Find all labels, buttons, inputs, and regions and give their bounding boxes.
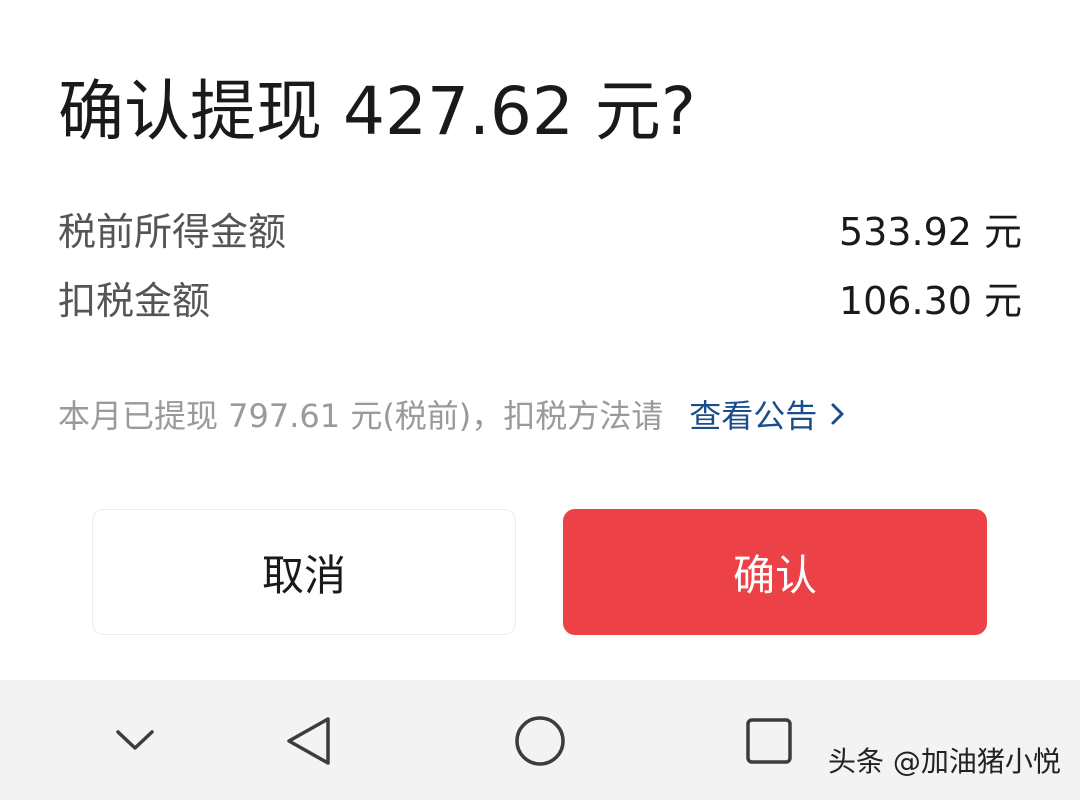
announcement-link-label: 查看公告: [689, 397, 818, 435]
recents-square-icon[interactable]: [744, 716, 794, 766]
pretax-amount-value: 533.92 元: [838, 209, 1022, 254]
tax-amount-label: 扣税金额: [58, 278, 211, 323]
view-announcement-link[interactable]: 查看公告: [689, 391, 849, 437]
cancel-button[interactable]: 取消: [92, 509, 516, 635]
chevron-right-icon: [831, 403, 844, 425]
pretax-amount-row: 税前所得金额 533.92 元: [58, 203, 1022, 254]
system-navigation-bar: [0, 680, 1080, 800]
pretax-amount-label: 税前所得金额: [58, 209, 287, 254]
withdraw-confirm-dialog: 确认提现 427.62 元? 税前所得金额 533.92 元 扣税金额 106.…: [0, 0, 1080, 680]
monthly-withdraw-notice: 本月已提现 797.61 元(税前)，扣税方法请 查看公告: [58, 390, 849, 438]
tax-amount-row: 扣税金额 106.30 元: [58, 272, 1022, 323]
back-triangle-icon[interactable]: [282, 714, 336, 768]
tax-amount-value: 106.30 元: [838, 278, 1022, 323]
home-circle-icon[interactable]: [512, 713, 568, 769]
confirm-button[interactable]: 确认: [563, 509, 987, 635]
notice-text: 本月已提现 797.61 元(税前)，扣税方法请: [58, 397, 664, 435]
watermark: 头条 @加油猪小悦: [828, 745, 1061, 778]
chevron-down-icon[interactable]: [110, 720, 160, 760]
dialog-title: 确认提现 427.62 元?: [58, 73, 696, 150]
